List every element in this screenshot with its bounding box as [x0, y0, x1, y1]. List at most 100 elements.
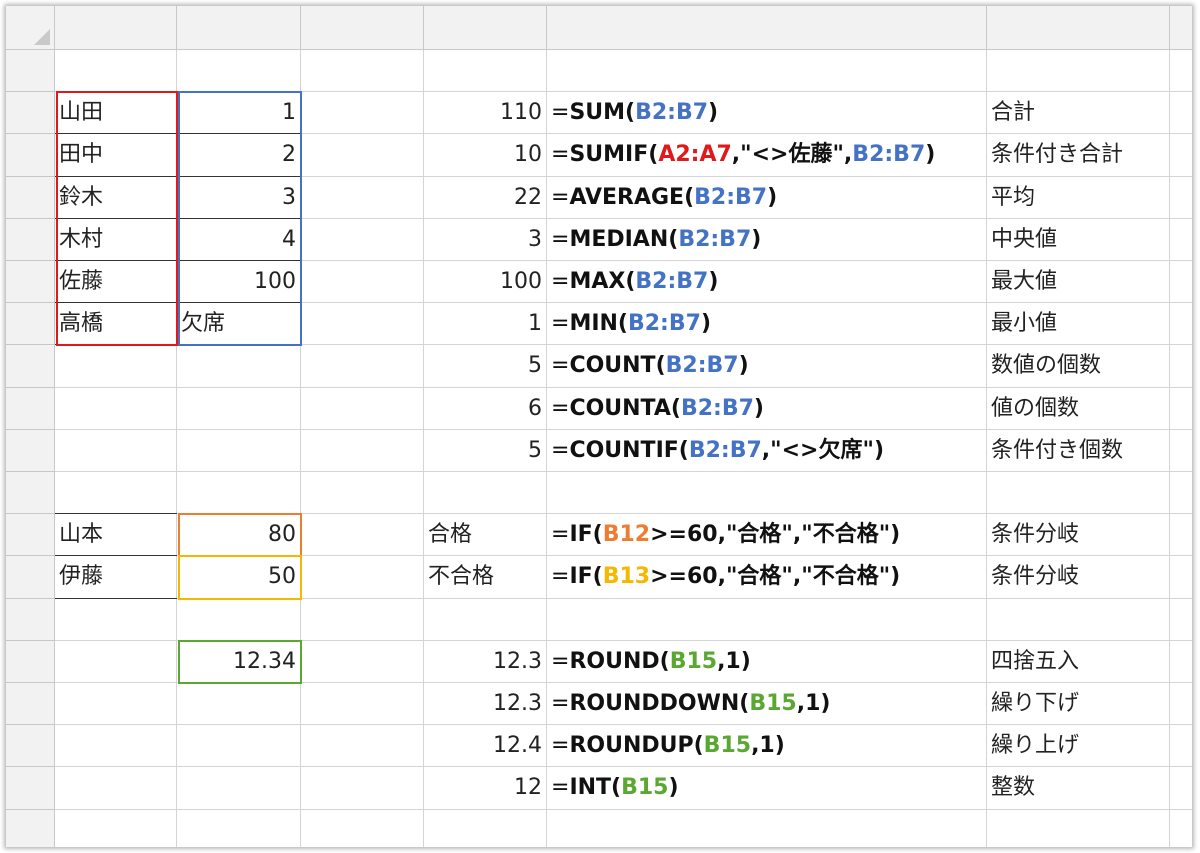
cell-extra-8[interactable] — [1170, 345, 1192, 388]
cell-e10[interactable]: =COUNTIF(B2:B7,"<>欠席") — [547, 429, 987, 472]
cell-b4[interactable]: 3 — [177, 176, 301, 219]
cell-a18[interactable] — [55, 767, 177, 810]
row-header-2[interactable] — [6, 92, 55, 135]
cell-e13[interactable]: =IF(B13>=60,"合格","不合格") — [547, 556, 987, 599]
cell-c15[interactable] — [301, 640, 424, 683]
cell-e5[interactable]: =MEDIAN(B2:B7) — [547, 218, 987, 261]
cell-e8[interactable]: =COUNT(B2:B7) — [547, 345, 987, 388]
cell-extra-15[interactable] — [1170, 641, 1192, 683]
cell-a19[interactable] — [55, 809, 177, 847]
cell-f15[interactable]: 四捨五入 — [987, 640, 1170, 683]
row-header-13[interactable] — [6, 556, 55, 599]
row-header-4[interactable] — [6, 176, 55, 219]
cell-f4[interactable]: 平均 — [987, 176, 1170, 219]
row-header-10[interactable] — [6, 429, 55, 472]
cell-f10[interactable]: 条件付き個数 — [987, 429, 1170, 472]
row-header-1[interactable] — [6, 50, 55, 93]
cell-a13[interactable]: 伊藤 — [55, 556, 177, 599]
cell-extra-16[interactable] — [1170, 683, 1192, 726]
row-header-16[interactable] — [6, 683, 55, 726]
cell-e19[interactable] — [547, 809, 987, 847]
cell-d1[interactable] — [424, 50, 547, 93]
cell-c10[interactable] — [301, 429, 424, 472]
cell-b15[interactable]: 12.34 — [177, 640, 301, 683]
cell-b5[interactable]: 4 — [177, 218, 301, 261]
cell-d10[interactable]: 5 — [424, 429, 547, 472]
cell-d19[interactable] — [424, 809, 547, 847]
cell-c2[interactable] — [301, 92, 424, 135]
cell-d8[interactable]: 5 — [424, 345, 547, 388]
cell-b1[interactable] — [177, 50, 301, 93]
cell-a14[interactable] — [55, 598, 177, 641]
cell-b19[interactable] — [177, 809, 301, 847]
cell-a7[interactable]: 高橋 — [55, 303, 177, 346]
column-header-b[interactable] — [177, 6, 301, 50]
row-header-14[interactable] — [6, 598, 55, 641]
cell-e4[interactable]: =AVERAGE(B2:B7) — [547, 176, 987, 219]
row-header-9[interactable] — [6, 387, 55, 430]
cell-b12[interactable]: 80 — [177, 514, 301, 557]
cell-c7[interactable] — [301, 303, 424, 346]
cell-extra-10[interactable] — [1170, 430, 1192, 472]
cell-a11[interactable] — [55, 472, 177, 515]
cell-b6[interactable]: 100 — [177, 261, 301, 304]
cell-e15[interactable]: =ROUND(B15,1) — [547, 640, 987, 683]
cell-b17[interactable] — [177, 725, 301, 768]
cell-extra-9[interactable] — [1170, 388, 1192, 430]
cell-e6[interactable]: =MAX(B2:B7) — [547, 261, 987, 304]
cell-e3[interactable]: =SUMIF(A2:A7,"<>佐藤",B2:B7) — [547, 134, 987, 177]
cell-d13[interactable]: 不合格 — [424, 556, 547, 599]
cell-extra-11[interactable] — [1170, 472, 1192, 515]
cell-f7[interactable]: 最小値 — [987, 303, 1170, 346]
cell-c18[interactable] — [301, 767, 424, 810]
cell-f5[interactable]: 中央値 — [987, 218, 1170, 261]
cell-extra-17[interactable] — [1170, 725, 1192, 768]
column-header-extra[interactable] — [1170, 6, 1192, 50]
cell-e12[interactable]: =IF(B12>=60,"合格","不合格") — [547, 514, 987, 557]
cell-e18[interactable]: =INT(B15) — [547, 767, 987, 810]
cell-f1[interactable] — [987, 50, 1170, 93]
cell-a17[interactable] — [55, 725, 177, 768]
row-header-18[interactable] — [6, 767, 55, 810]
cell-e17[interactable]: =ROUNDUP(B15,1) — [547, 725, 987, 768]
cell-f2[interactable]: 合計 — [987, 92, 1170, 135]
cell-a1[interactable] — [55, 50, 177, 93]
row-header-7[interactable] — [6, 303, 55, 346]
cell-a10[interactable] — [55, 429, 177, 472]
cell-c9[interactable] — [301, 387, 424, 430]
cell-extra-5[interactable] — [1170, 219, 1192, 261]
cell-extra-14[interactable] — [1170, 599, 1192, 641]
cell-e7[interactable]: =MIN(B2:B7) — [547, 303, 987, 346]
cell-d6[interactable]: 100 — [424, 261, 547, 304]
cell-b14[interactable] — [177, 598, 301, 641]
cell-extra-13[interactable] — [1170, 556, 1192, 599]
cell-extra-19[interactable] — [1170, 810, 1192, 847]
cell-extra-4[interactable] — [1170, 177, 1192, 219]
cell-b16[interactable] — [177, 683, 301, 726]
cell-f3[interactable]: 条件付き合計 — [987, 134, 1170, 177]
cell-f8[interactable]: 数値の個数 — [987, 345, 1170, 388]
cell-a5[interactable]: 木村 — [55, 218, 177, 261]
cell-f16[interactable]: 繰り下げ — [987, 683, 1170, 726]
row-header-15[interactable] — [6, 640, 55, 683]
cell-extra-12[interactable] — [1170, 514, 1192, 557]
cell-e2[interactable]: =SUM(B2:B7) — [547, 92, 987, 135]
cell-a12[interactable]: 山本 — [55, 514, 177, 557]
cell-a3[interactable]: 田中 — [55, 134, 177, 177]
cell-d2[interactable]: 110 — [424, 92, 547, 135]
cell-b8[interactable] — [177, 345, 301, 388]
row-header-11[interactable] — [6, 472, 55, 515]
row-header-6[interactable] — [6, 261, 55, 304]
cell-a15[interactable] — [55, 640, 177, 683]
cell-c3[interactable] — [301, 134, 424, 177]
cell-e14[interactable] — [547, 598, 987, 641]
cell-a2[interactable]: 山田 — [55, 92, 177, 135]
cell-b11[interactable] — [177, 472, 301, 515]
cell-d12[interactable]: 合格 — [424, 514, 547, 557]
cell-d7[interactable]: 1 — [424, 303, 547, 346]
cell-extra-1[interactable] — [1170, 50, 1192, 93]
cell-f13[interactable]: 条件分岐 — [987, 556, 1170, 599]
column-header-a[interactable] — [55, 6, 177, 50]
cell-f6[interactable]: 最大値 — [987, 261, 1170, 304]
cell-c1[interactable] — [301, 50, 424, 93]
